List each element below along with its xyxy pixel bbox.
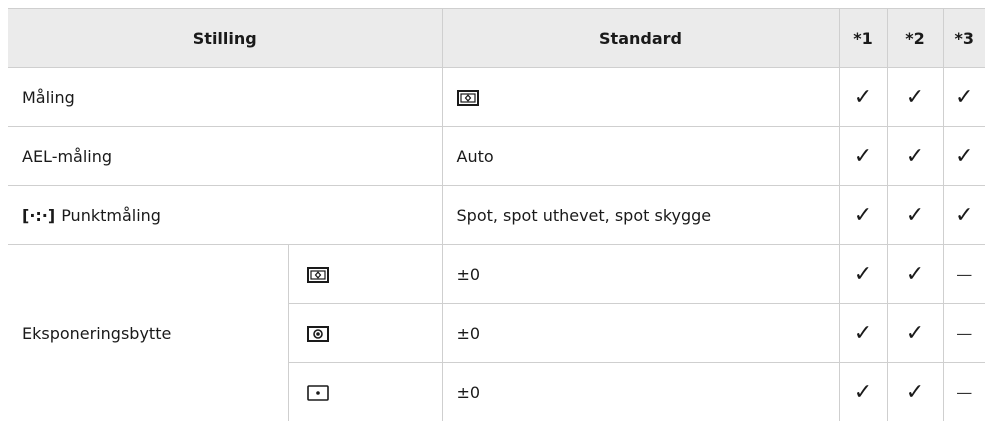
row-label-ael: AEL-måling <box>8 126 443 186</box>
exposure-value: ±0 <box>441 362 840 421</box>
row-label-exposure: Eksponeringsbytte <box>8 244 289 421</box>
exposure-row2-col-3: — <box>942 303 985 363</box>
header-default: Standard <box>441 8 840 68</box>
row-label-spot-text: Punktmåling <box>61 205 161 225</box>
center-weighted-metering-icon <box>306 326 329 342</box>
exposure-mode-cell <box>287 362 443 421</box>
row-spot-col-1: ✓ <box>838 185 888 245</box>
exposure-row2-col-1: ✓ <box>838 303 888 363</box>
row-ael-col-2: ✓ <box>886 126 944 186</box>
exposure-row1-col-1: ✓ <box>838 244 888 304</box>
exposure-value: ±0 <box>441 303 840 363</box>
table-row: AEL-måling Auto ✓ ✓ ✓ <box>8 126 985 186</box>
evaluative-metering-icon <box>456 90 479 106</box>
row-metering-col-1: ✓ <box>838 67 888 127</box>
row-default-metering <box>441 67 840 127</box>
spot-metering-bracket-icon: [·:·] <box>22 205 56 225</box>
row-label-metering: Måling <box>8 67 443 127</box>
header-col-1: *1 <box>838 8 888 68</box>
table-row: Eksponeringsbytte ±0 ✓ ✓ — <box>8 244 985 421</box>
row-spot-col-2: ✓ <box>886 185 944 245</box>
row-default-spot: Spot, spot uthevet, spot skygge <box>441 185 840 245</box>
settings-table: Stilling Standard *1 *2 *3 Måling ✓ ✓ ✓ … <box>8 8 985 421</box>
header-col-3: *3 <box>942 8 985 68</box>
table-row: Måling ✓ ✓ ✓ <box>8 67 985 127</box>
spot-metering-icon <box>306 385 329 401</box>
exposure-mode-cell <box>287 303 443 363</box>
exposure-row1-col-3: — <box>942 244 985 304</box>
exposure-row2-col-2: ✓ <box>886 303 944 363</box>
row-metering-col-3: ✓ <box>942 67 985 127</box>
row-ael-col-3: ✓ <box>942 126 985 186</box>
row-default-ael: Auto <box>441 126 840 186</box>
evaluative-metering-icon <box>306 267 329 283</box>
table-header-row: Stilling Standard *1 *2 *3 <box>8 8 985 68</box>
row-metering-col-2: ✓ <box>886 67 944 127</box>
row-spot-col-3: ✓ <box>942 185 985 245</box>
exposure-mode-cell <box>287 244 443 304</box>
exposure-row3-col-2: ✓ <box>886 362 944 421</box>
header-setting: Stilling <box>8 8 443 68</box>
row-ael-col-1: ✓ <box>838 126 888 186</box>
row-label-spot: [·:·] Punktmåling <box>8 185 443 245</box>
exposure-row1-col-2: ✓ <box>886 244 944 304</box>
exposure-value: ±0 <box>441 244 840 304</box>
exposure-row3-col-3: — <box>942 362 985 421</box>
settings-table-container: Stilling Standard *1 *2 *3 Måling ✓ ✓ ✓ … <box>8 8 985 421</box>
exposure-row3-col-1: ✓ <box>838 362 888 421</box>
table-row: [·:·] Punktmåling Spot, spot uthevet, spo… <box>8 185 985 245</box>
header-col-2: *2 <box>886 8 944 68</box>
